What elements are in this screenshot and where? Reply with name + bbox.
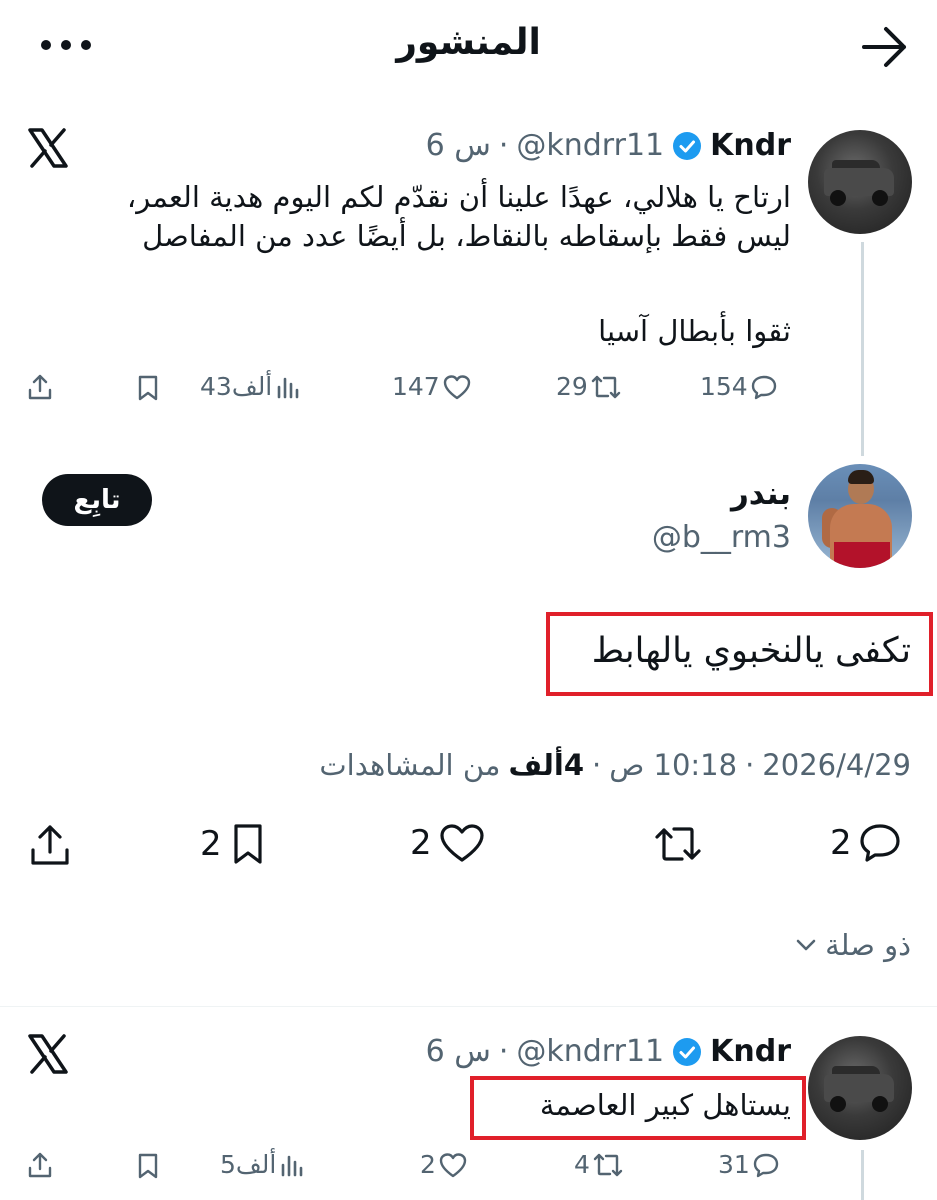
retweet-count: 4 (574, 1150, 590, 1179)
post-text: تكفى يالنخبوي يالهابط (591, 631, 911, 671)
verified-badge-icon (672, 131, 702, 161)
post-meta: 2026/4/29 · 10:18 ص · 4ألف من المشاهدات (319, 748, 911, 782)
bookmark-icon (228, 822, 268, 866)
author-name[interactable]: بندر (731, 476, 791, 512)
bookmark-button[interactable]: 2 (200, 822, 268, 866)
heart-icon (442, 373, 472, 401)
arrow-right-icon[interactable] (860, 24, 910, 70)
views-count: 5ألف (220, 1150, 277, 1179)
avatar[interactable] (808, 130, 912, 234)
reply-icon (752, 1151, 780, 1179)
post-time: 6 س (425, 1034, 491, 1069)
bookmark-button[interactable] (134, 374, 162, 402)
x-logo-icon (26, 126, 70, 170)
post-author-name[interactable]: Kndr (710, 1034, 791, 1069)
separator-dot: · (592, 748, 602, 782)
avatar[interactable] (808, 1036, 912, 1140)
views-chart-icon (274, 373, 302, 401)
separator-dot: · (498, 1034, 509, 1069)
retweet-button[interactable] (652, 822, 704, 866)
views-count[interactable]: 4ألف (508, 748, 584, 782)
like-button[interactable]: 2 (410, 822, 486, 864)
thread-line (861, 1150, 864, 1200)
more-horizontal-icon[interactable] (36, 32, 96, 58)
reply-count: 31 (718, 1150, 750, 1179)
post-text: يستاهل كبير العاصمة (539, 1088, 791, 1122)
retweet-button[interactable]: 4 (574, 1150, 624, 1179)
retweet-icon (590, 373, 622, 401)
post-header: 6 س · @kndrr11 Kndr (426, 128, 791, 163)
views-chart-icon (278, 1151, 306, 1179)
chevron-down-icon (795, 937, 817, 953)
share-button[interactable] (26, 372, 54, 402)
post-time: 6 س (425, 128, 491, 163)
post-time: 10:18 ص (609, 748, 738, 782)
separator-dot: · (745, 748, 755, 782)
author-handle[interactable]: @b__rm3 (652, 520, 791, 555)
heart-icon (438, 822, 486, 864)
bookmark-count: 2 (200, 824, 222, 864)
views-button[interactable]: 43ألف (200, 372, 302, 401)
post-date: 2026/4/29 (762, 748, 911, 782)
like-count: 2 (410, 823, 432, 863)
post-text-line: ثقوا بأبطال آسيا (598, 314, 791, 348)
separator-dot: · (498, 128, 509, 163)
reply-button[interactable]: 154 (700, 372, 778, 401)
views-button[interactable]: 5ألف (220, 1150, 306, 1179)
like-count: 2 (420, 1150, 436, 1179)
reply-icon (858, 822, 902, 864)
post-text-line: ارتاح يا هلالي، عهدًا علينا أن نقدّم لكم… (126, 180, 791, 214)
post-author-name[interactable]: Kndr (710, 128, 791, 163)
post-handle[interactable]: @kndrr11 (516, 128, 664, 163)
share-button[interactable] (26, 1150, 54, 1180)
views-count: 43ألف (200, 372, 273, 401)
thread-line (861, 242, 864, 456)
page-title: المنشور (396, 22, 541, 63)
post-text-line: ليس فقط بإسقاطه بالنقاط، بل أيضًا عدد من… (142, 219, 791, 253)
retweet-icon (592, 1151, 624, 1179)
reply-count: 154 (700, 372, 748, 401)
retweet-button[interactable]: 29 (556, 372, 622, 401)
verified-badge-icon (672, 1037, 702, 1067)
x-logo-icon (26, 1032, 70, 1076)
views-label: من المشاهدات (319, 748, 501, 782)
retweet-count: 29 (556, 372, 588, 401)
post-header: 6 س · @kndrr11 Kndr (426, 1034, 791, 1069)
reply-button[interactable]: 31 (718, 1150, 780, 1179)
like-button[interactable]: 147 (392, 372, 472, 401)
post-text: ارتاح يا هلالي، عهدًا علينا أن نقدّم لكم… (51, 178, 791, 256)
bookmark-button[interactable] (134, 1152, 162, 1180)
post-handle[interactable]: @kndrr11 (516, 1034, 664, 1069)
share-button[interactable] (28, 822, 72, 868)
divider (0, 1006, 937, 1007)
reply-icon (750, 373, 778, 401)
related-toggle[interactable]: ذو صلة (795, 928, 911, 962)
avatar[interactable] (808, 464, 912, 568)
like-count: 147 (392, 372, 440, 401)
related-label: ذو صلة (825, 928, 911, 962)
reply-count: 2 (830, 823, 852, 863)
like-button[interactable]: 2 (420, 1150, 468, 1179)
reply-button[interactable]: 2 (830, 822, 902, 864)
follow-button[interactable]: تابِع (42, 474, 152, 526)
heart-icon (438, 1151, 468, 1179)
